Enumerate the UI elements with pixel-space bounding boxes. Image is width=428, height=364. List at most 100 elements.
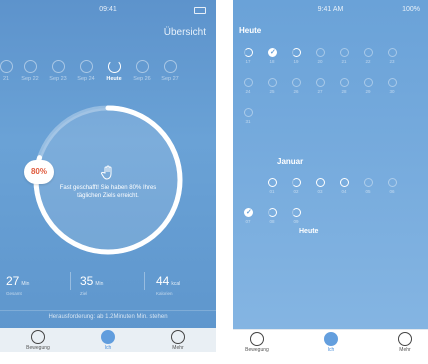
calendar-day[interactable]: 26	[289, 78, 303, 94]
profile-icon	[101, 330, 115, 344]
day-item[interactable]: Sep 22	[16, 60, 44, 82]
day-progress-icon	[51, 60, 65, 73]
progress-ring: Fast geschafft! Sie haben 80% Ihres tägl…	[0, 102, 216, 262]
calendar-day[interactable]: 19	[289, 48, 303, 64]
ring-message: Fast geschafft! Sie haben 80% Ihres tägl…	[59, 185, 157, 199]
calendar-day-number: 20	[317, 59, 323, 64]
calendar-day[interactable]: 22	[361, 48, 375, 64]
calendar-day-number: 08	[269, 219, 275, 224]
tab-label: Mehr	[399, 347, 411, 352]
day-progress-icon	[387, 78, 397, 87]
month-label: Heute	[239, 26, 262, 35]
calendar-day-number: 17	[245, 59, 251, 64]
stat-goal: 35 Min Ziel	[80, 274, 104, 296]
daily-progress-screen: 09:41 Übersicht 21 Sep 22 Sep 23 Sep 24 Heut…	[0, 0, 216, 352]
day-progress-icon	[387, 48, 397, 57]
battery-icon	[194, 7, 206, 14]
day-progress-icon	[363, 178, 373, 187]
day-progress-icon	[243, 78, 253, 87]
calendar-day-number: 02	[293, 189, 299, 194]
tab-bar: Bewegung Ich Mehr	[0, 328, 216, 352]
calendar-day[interactable]: 28	[337, 78, 351, 94]
calendar-day[interactable]: 01	[265, 178, 279, 194]
challenge-hint[interactable]: Herausforderung: ab 1.2Minuten Min. steh…	[0, 314, 216, 320]
tab-mehr[interactable]: Mehr	[385, 332, 425, 352]
clock-icon	[31, 330, 45, 344]
calendar-day-number: 04	[341, 189, 347, 194]
calendar-day[interactable]: 20	[313, 48, 327, 64]
tab-ich[interactable]: Ich	[88, 330, 128, 351]
day-item-today[interactable]: Heute	[100, 60, 128, 82]
calendar-day[interactable]: 09	[289, 208, 303, 224]
calendar-day-number: 27	[317, 89, 323, 94]
status-time: 09:41	[99, 6, 117, 13]
calendar-day[interactable]: 05	[361, 178, 375, 194]
divider	[144, 272, 145, 290]
tab-mehr[interactable]: Mehr	[158, 330, 198, 351]
tab-label: Bewegung	[26, 345, 50, 351]
calendar-day[interactable]: 23	[385, 48, 399, 64]
stat-calories: 44 kcal Kalorien	[156, 274, 181, 296]
day-progress-icon	[243, 108, 253, 117]
calendar-day-number: 05	[365, 189, 371, 194]
gear-icon	[171, 330, 185, 344]
tab-ich[interactable]: Ich	[311, 332, 351, 352]
calendar-day-number: 28	[341, 89, 347, 94]
calendar-day[interactable]: 18	[265, 48, 279, 64]
calendar-day[interactable]: 17	[241, 48, 255, 64]
calendar-day[interactable]: 30	[385, 78, 399, 94]
day-progress-icon	[291, 78, 301, 87]
calendar-day[interactable]: 02	[289, 178, 303, 194]
calendar-day-number: 26	[293, 89, 299, 94]
day-progress-icon	[315, 178, 325, 187]
tab-bar: Bewegung Ich Mehr	[233, 329, 428, 352]
day-progress-icon	[339, 48, 349, 57]
calendar-day[interactable]: 24	[241, 78, 255, 94]
day-item[interactable]: Sep 26	[128, 60, 156, 82]
calendar-day[interactable]: 27	[313, 78, 327, 94]
calendar-day[interactable]: 07	[241, 208, 255, 224]
calendar-day[interactable]: 04	[337, 178, 351, 194]
calendar-day-number: 21	[341, 59, 347, 64]
day-progress-icon	[339, 178, 349, 187]
calendar-day-number: 06	[389, 189, 395, 194]
calendar-day-number: 09	[293, 219, 299, 224]
status-bar: 9:41 AM 100%	[233, 6, 428, 16]
day-progress-icon	[267, 48, 277, 57]
overview-link[interactable]: Übersicht	[164, 27, 206, 38]
calendar-day[interactable]: 06	[385, 178, 399, 194]
battery-level: 100%	[402, 6, 420, 13]
calendar-day[interactable]: 21	[337, 48, 351, 64]
day-progress-icon	[267, 178, 277, 187]
calendar-day-number: 25	[269, 89, 275, 94]
calendar-day-number: 24	[245, 89, 251, 94]
calendar-day[interactable]: 29	[361, 78, 375, 94]
day-progress-icon	[23, 60, 37, 73]
calendar-day-number: 29	[365, 89, 371, 94]
tab-label: Ich	[104, 345, 112, 351]
calendar-day[interactable]: 31	[241, 108, 255, 124]
calendar-day[interactable]: 25	[265, 78, 279, 94]
day-label: 21	[2, 76, 10, 82]
tab-bewegung[interactable]: Bewegung	[237, 332, 277, 352]
calendar-day-number: 22	[365, 59, 371, 64]
calendar-day[interactable]: 03	[313, 178, 327, 194]
day-item[interactable]: Sep 24	[72, 60, 100, 82]
status-time: 9:41 AM	[317, 6, 344, 13]
day-progress-icon	[339, 78, 349, 87]
day-progress-icon	[135, 60, 149, 73]
day-label: Sep 26	[133, 76, 151, 82]
clock-icon	[250, 332, 264, 346]
day-label: Sep 22	[21, 76, 39, 82]
day-item[interactable]: Sep 27	[156, 60, 184, 82]
hand-icon	[101, 165, 112, 180]
day-item[interactable]: Sep 23	[44, 60, 72, 82]
day-label: Heute	[106, 76, 122, 82]
day-progress-icon	[267, 208, 277, 217]
day-progress-icon	[79, 60, 93, 73]
day-strip: 21 Sep 22 Sep 23 Sep 24 Heute Sep 26 Sep 27	[0, 60, 216, 96]
tab-bewegung[interactable]: Bewegung	[18, 330, 58, 351]
calendar-day[interactable]: 08	[265, 208, 279, 224]
divider	[0, 310, 216, 311]
day-progress-icon	[291, 48, 301, 57]
